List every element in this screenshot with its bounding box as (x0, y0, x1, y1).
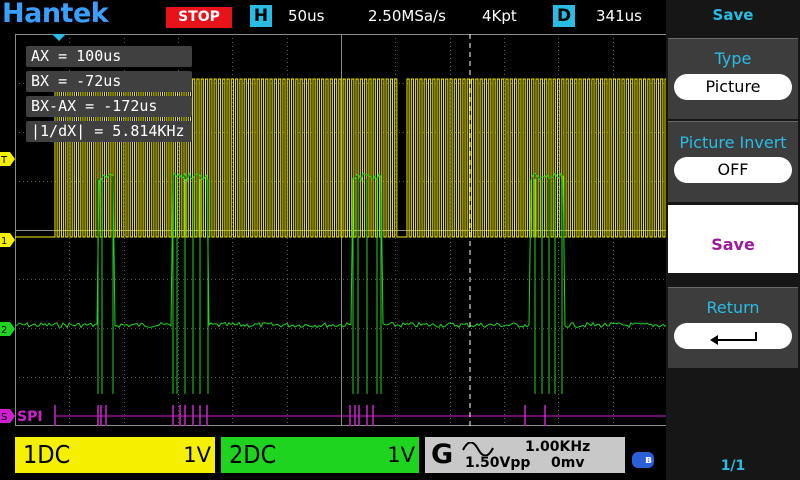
delay-badge: D (553, 5, 575, 27)
bluetooth-icon: ʙ (632, 452, 654, 468)
cursor-bx-readout: BX = -72us (26, 71, 192, 92)
ch1-ground-marker[interactable]: 1 (0, 231, 16, 249)
menu-title: Save (712, 6, 754, 24)
brand-logo: Hantek (2, 0, 109, 29)
cursor-diff-readout: BX-AX = -172us (26, 96, 192, 117)
ch1-scale-value: 1V (183, 443, 211, 467)
delay-value[interactable]: 341us (596, 7, 642, 25)
ch2-marker-label: 2 (1, 325, 7, 336)
ch2-coupling-label: 2DC (229, 440, 277, 469)
cursor-ax-readout: AX = 100us (26, 46, 192, 67)
sample-rate-value: 2.50MSa/s (368, 7, 446, 25)
spi-label: SPI (17, 409, 43, 425)
ch1-coupling-label: 1DC (23, 440, 71, 469)
trigger-marker-label: T (0, 155, 8, 166)
spi-marker-label: S (1, 412, 7, 423)
type-option[interactable]: Type Picture (668, 38, 798, 119)
picture-invert-value[interactable]: OFF (674, 157, 792, 183)
timebase-value[interactable]: 50us (288, 7, 324, 25)
horizontal-badge: H (250, 5, 272, 27)
generator-settings-box[interactable]: G 1.00KHz 1.50Vpp 0mv (425, 437, 625, 473)
run-stop-indicator[interactable]: STOP (166, 7, 232, 28)
trigger-level-marker[interactable]: T (0, 150, 16, 168)
ch2-ground-marker[interactable]: 2 (0, 320, 16, 338)
picture-invert-label: Picture Invert (679, 133, 787, 152)
status-bar: Hantek STOP H 50us 2.50MSa/s 4Kpt D 341u… (0, 0, 666, 34)
return-button[interactable] (674, 323, 792, 349)
save-button-label: Save (711, 235, 755, 254)
ch2-scale-value: 1V (387, 443, 415, 467)
return-label: Return (706, 298, 760, 317)
ch1-marker-label: 1 (1, 236, 7, 247)
memory-depth-value[interactable]: 4Kpt (482, 7, 517, 25)
page-indicator: 1/1 (720, 458, 746, 474)
cursor-freq-readout: |1/dX| = 5.814KHz (26, 121, 192, 142)
generator-letter: G (431, 439, 454, 470)
ch1-settings-box[interactable]: 1DC 1V (15, 437, 215, 473)
oscilloscope-screen: Hantek STOP H 50us 2.50MSa/s 4Kpt D 341u… (0, 0, 800, 480)
save-menu: Save Type Picture Picture Invert OFF Sav… (666, 0, 800, 480)
return-arrow-icon (710, 332, 757, 345)
return-option[interactable]: Return (668, 287, 798, 368)
spi-bus-marker[interactable]: S (0, 407, 16, 425)
type-label: Type (714, 49, 752, 68)
save-button[interactable]: Save (668, 205, 798, 273)
waveform-display[interactable] (15, 34, 667, 426)
generator-amplitude: 1.50Vpp (465, 455, 531, 471)
type-value[interactable]: Picture (674, 74, 792, 100)
picture-invert-option[interactable]: Picture Invert OFF (668, 121, 798, 202)
generator-frequency: 1.00KHz (525, 439, 591, 455)
sine-wave-icon (462, 442, 494, 456)
generator-offset: 0mv (551, 455, 585, 471)
ch2-settings-box[interactable]: 2DC 1V (221, 437, 419, 473)
